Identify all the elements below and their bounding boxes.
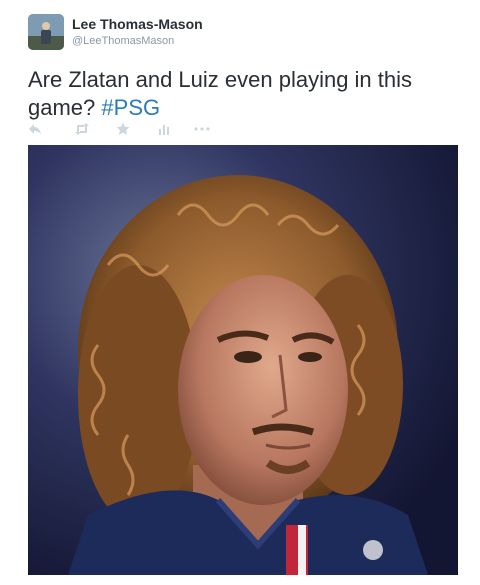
tweet-card: Lee Thomas-Mason @LeeThomasMason Are Zla… — [0, 0, 480, 585]
author-avatar[interactable] — [28, 14, 64, 50]
tweet-body-text: Are Zlatan and Luiz even playing in this… — [28, 67, 413, 120]
hashtag-link[interactable]: #PSG — [101, 95, 160, 120]
photo-image — [28, 145, 458, 575]
avatar-image — [28, 14, 64, 50]
more-dots-icon — [194, 127, 210, 131]
analytics-button[interactable] — [158, 118, 170, 140]
author-display-name[interactable]: Lee Thomas-Mason — [72, 16, 203, 32]
author-handle[interactable]: @LeeThomasMason — [72, 35, 174, 47]
reply-icon — [29, 124, 41, 134]
reply-button[interactable] — [28, 118, 42, 140]
tweet-photo[interactable] — [28, 145, 458, 575]
favorite-star-icon — [116, 122, 130, 135]
retweet-icon — [75, 123, 89, 135]
tweet-actions — [28, 118, 228, 140]
tweet-text: Are Zlatan and Luiz even playing in this… — [28, 66, 458, 122]
more-button[interactable] — [194, 118, 210, 140]
retweet-button[interactable] — [74, 118, 90, 140]
analytics-bars-icon — [159, 125, 169, 135]
favorite-button[interactable] — [116, 118, 130, 140]
